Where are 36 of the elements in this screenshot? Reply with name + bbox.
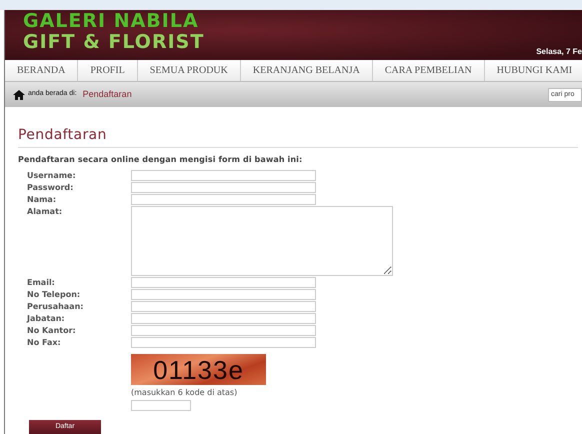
page-title: Pendaftaran [18,126,108,144]
nav-link[interactable]: BERANDA [5,60,78,82]
field-label: Nama: [27,194,58,205]
input-field[interactable] [131,289,316,300]
nav-link[interactable]: HUBUNGI KAMI [484,60,582,82]
input-field[interactable] [131,301,316,312]
input-field[interactable] [131,325,316,336]
home-icon[interactable] [13,90,25,100]
logo-text: GALERI NABILA [23,11,200,32]
field-label: Username: [27,170,77,181]
date-text: Selasa, 7 Fe [536,46,582,58]
captcha-hint: (masukkan 6 kode di atas) [131,387,238,399]
input-field[interactable] [131,182,316,193]
input-field[interactable] [131,313,316,324]
nav-link[interactable]: KERANJANG BELANJA [240,60,372,82]
nav-link[interactable]: CARA PEMBELIAN [372,60,484,82]
field-label: No Fax: [27,337,62,348]
input-field[interactable] [131,170,316,181]
input-field[interactable] [131,194,316,205]
field-label: Perusahaan: [27,301,84,312]
captcha-code: 01133e [153,356,244,382]
textarea-field[interactable] [131,206,393,276]
field-label: Jabatan: [27,313,66,324]
field-label: No Kantor: [27,325,77,336]
nav-link[interactable]: PROFIL [77,60,137,82]
breadcrumb-link[interactable]: Pendaftaran [82,88,132,102]
intro-text: Pendaftaran secara online dengan mengisi form di bawah ini: [18,154,304,166]
field-label: No Telepon: [27,289,82,300]
field-label: Password: [27,182,74,193]
nav-link[interactable]: SEMUA PRODUK [136,60,240,82]
field-label: Alamat: [27,206,64,217]
input-field[interactable] [131,337,316,348]
field-label: Email: [27,277,56,288]
captcha-field[interactable] [131,400,191,411]
logo-text: GIFT & FLORIST [23,32,204,53]
input-field[interactable] [131,277,316,288]
